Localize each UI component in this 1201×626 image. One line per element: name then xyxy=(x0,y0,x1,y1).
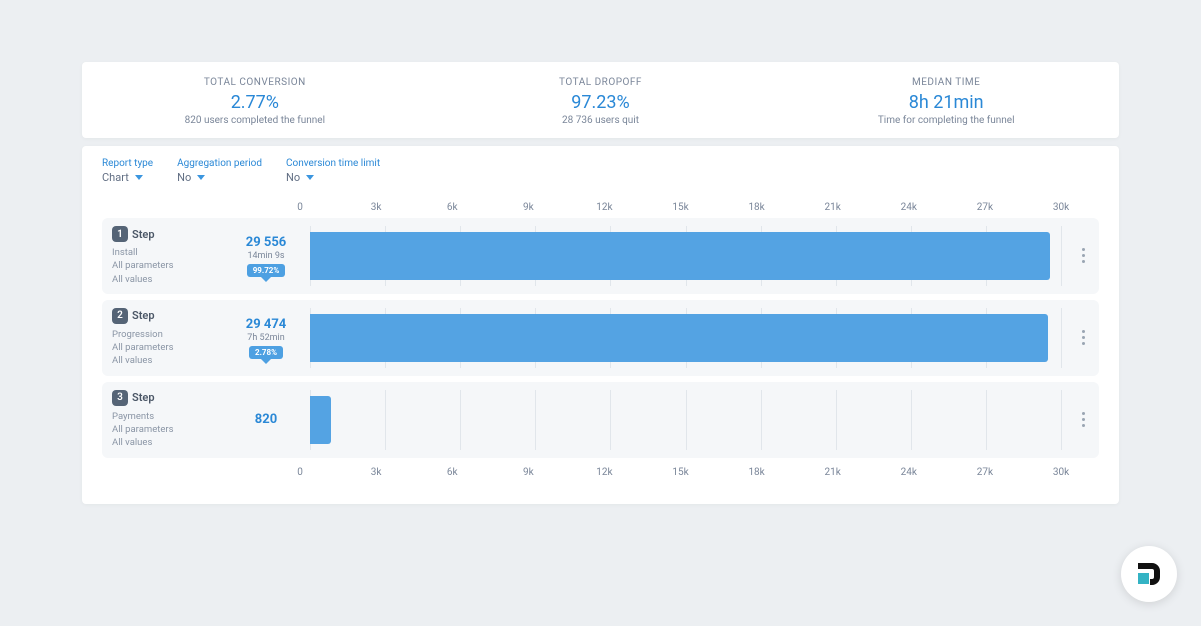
stat-total-conversion: TOTAL CONVERSION 2.77% 820 users complet… xyxy=(82,62,428,138)
step-metrics: 820 xyxy=(232,390,300,450)
step-median-time: 7h 52min xyxy=(247,333,284,343)
step-values: All values xyxy=(112,436,232,449)
step-params: All parameters xyxy=(112,423,232,436)
step-info: 1 Step InstallAll parametersAll values xyxy=(112,226,232,286)
filter-label: Conversion time limit xyxy=(286,158,380,169)
bar-track xyxy=(310,308,1061,368)
stat-sub: Time for completing the funnel xyxy=(773,115,1119,126)
step-number-badge: 3 xyxy=(112,390,128,406)
axis-tick: 15k xyxy=(672,202,688,213)
axis-tick: 27k xyxy=(977,202,993,213)
stat-total-dropoff: TOTAL DROPOFF 97.23% 28 736 users quit xyxy=(428,62,774,138)
chevron-down-icon xyxy=(197,175,205,180)
step-metrics: 29 4747h 52min 2.78% xyxy=(232,308,300,368)
funnel-steps: 1StepInstallAll parametersAll values29 5… xyxy=(102,218,1099,458)
axis-tick: 12k xyxy=(596,202,612,213)
step-event: Install xyxy=(112,246,232,259)
summary-card: TOTAL CONVERSION 2.77% 820 users complet… xyxy=(82,62,1119,138)
axis-tick: 30k xyxy=(1053,467,1069,478)
step-values: All values xyxy=(112,273,232,286)
step-event: Payments xyxy=(112,410,232,423)
step-values: All values xyxy=(112,354,232,367)
axis-tick: 21k xyxy=(825,202,841,213)
step-metrics: 29 55614min 9s 99.72% xyxy=(232,226,300,286)
step-count: 820 xyxy=(255,412,277,427)
funnel-step-row: 3 Step PaymentsAll parametersAll values 820 xyxy=(102,382,1099,458)
axis-tick: 9k xyxy=(523,467,534,478)
x-axis-top: 03k6k9k12k15k18k21k24k27k30k xyxy=(300,196,1061,218)
filter-conversion-time-limit[interactable]: Conversion time limit No xyxy=(286,158,380,184)
step-conversion-tag: 2.78% xyxy=(249,346,283,359)
funnel-step-row: 1StepInstallAll parametersAll values29 5… xyxy=(102,218,1099,294)
axis-tick: 6k xyxy=(447,202,458,213)
stat-value: 8h 21min xyxy=(773,92,1119,113)
axis-tick: 27k xyxy=(977,467,993,478)
step-label: Step xyxy=(132,391,155,404)
axis-tick: 18k xyxy=(748,202,764,213)
axis-tick: 24k xyxy=(901,467,917,478)
bar-track xyxy=(310,226,1061,286)
step-more-button[interactable] xyxy=(1073,242,1093,270)
step-label: Step xyxy=(132,309,155,322)
step-number-badge: 1 xyxy=(112,226,128,242)
step-params: All parameters xyxy=(112,341,232,354)
stat-title: TOTAL DROPOFF xyxy=(428,77,774,88)
funnel-bar xyxy=(310,232,1050,280)
stat-median-time: MEDIAN TIME 8h 21min Time for completing… xyxy=(773,62,1119,138)
filter-report-type[interactable]: Report type Chart xyxy=(102,158,153,184)
step-more-button[interactable] xyxy=(1073,406,1093,434)
axis-tick: 15k xyxy=(672,467,688,478)
funnel-step-row: 2 Step ProgressionAll parametersAll values… xyxy=(102,300,1099,376)
stat-title: MEDIAN TIME xyxy=(773,77,1119,88)
axis-tick: 24k xyxy=(901,202,917,213)
axis-tick: 3k xyxy=(371,202,382,213)
filter-bar: Report type Chart Aggregation period No … xyxy=(102,158,1099,184)
funnel-bar xyxy=(310,314,1048,362)
axis-tick: 12k xyxy=(596,467,612,478)
axis-tick: 9k xyxy=(523,202,534,213)
axis-tick: 30k xyxy=(1053,202,1069,213)
chevron-down-icon xyxy=(135,175,143,180)
filter-value: No xyxy=(177,171,191,184)
filter-label: Report type xyxy=(102,158,153,169)
step-label: Step xyxy=(132,228,155,241)
funnel-chart-card: Report type Chart Aggregation period No … xyxy=(82,146,1119,504)
step-count: 29 556 xyxy=(246,235,287,250)
step-conversion-tag: 99.72% xyxy=(247,264,286,277)
axis-tick: 0 xyxy=(297,467,303,478)
filter-value: No xyxy=(286,171,300,184)
brand-badge xyxy=(1121,546,1177,602)
filter-aggregation-period[interactable]: Aggregation period No xyxy=(177,158,262,184)
axis-tick: 6k xyxy=(447,467,458,478)
axis-tick: 0 xyxy=(297,202,303,213)
funnel-bar xyxy=(310,396,331,444)
filter-label: Aggregation period xyxy=(177,158,262,169)
axis-tick: 18k xyxy=(748,467,764,478)
step-more-button[interactable] xyxy=(1073,324,1093,352)
chevron-down-icon xyxy=(306,175,314,180)
stat-sub: 28 736 users quit xyxy=(428,115,774,126)
step-count: 29 474 xyxy=(246,317,287,332)
funnel-chart: 0 3k 6k 9k 12k 15k 18k 21k 24k 27k 30k 1 Step Instal… xyxy=(102,196,1099,484)
stat-sub: 820 users completed the funnel xyxy=(82,115,428,126)
step-info: 3 Step PaymentsAll parametersAll values xyxy=(112,390,232,450)
stat-value: 97.23% xyxy=(428,92,774,113)
step-event: Progression xyxy=(112,328,232,341)
filter-value: Chart xyxy=(102,171,129,184)
step-median-time: 14min 9s xyxy=(247,251,284,261)
axis-tick: 21k xyxy=(825,467,841,478)
stat-value: 2.77% xyxy=(82,92,428,113)
bar-track xyxy=(310,390,1061,450)
stat-title: TOTAL CONVERSION xyxy=(82,77,428,88)
axis-tick: 3k xyxy=(371,467,382,478)
step-number-badge: 2 xyxy=(112,308,128,324)
x-axis-bottom: 03k6k9k12k15k18k21k24k27k30k xyxy=(300,462,1061,484)
step-info: 2 Step ProgressionAll parametersAll values xyxy=(112,308,232,368)
step-params: All parameters xyxy=(112,259,232,272)
